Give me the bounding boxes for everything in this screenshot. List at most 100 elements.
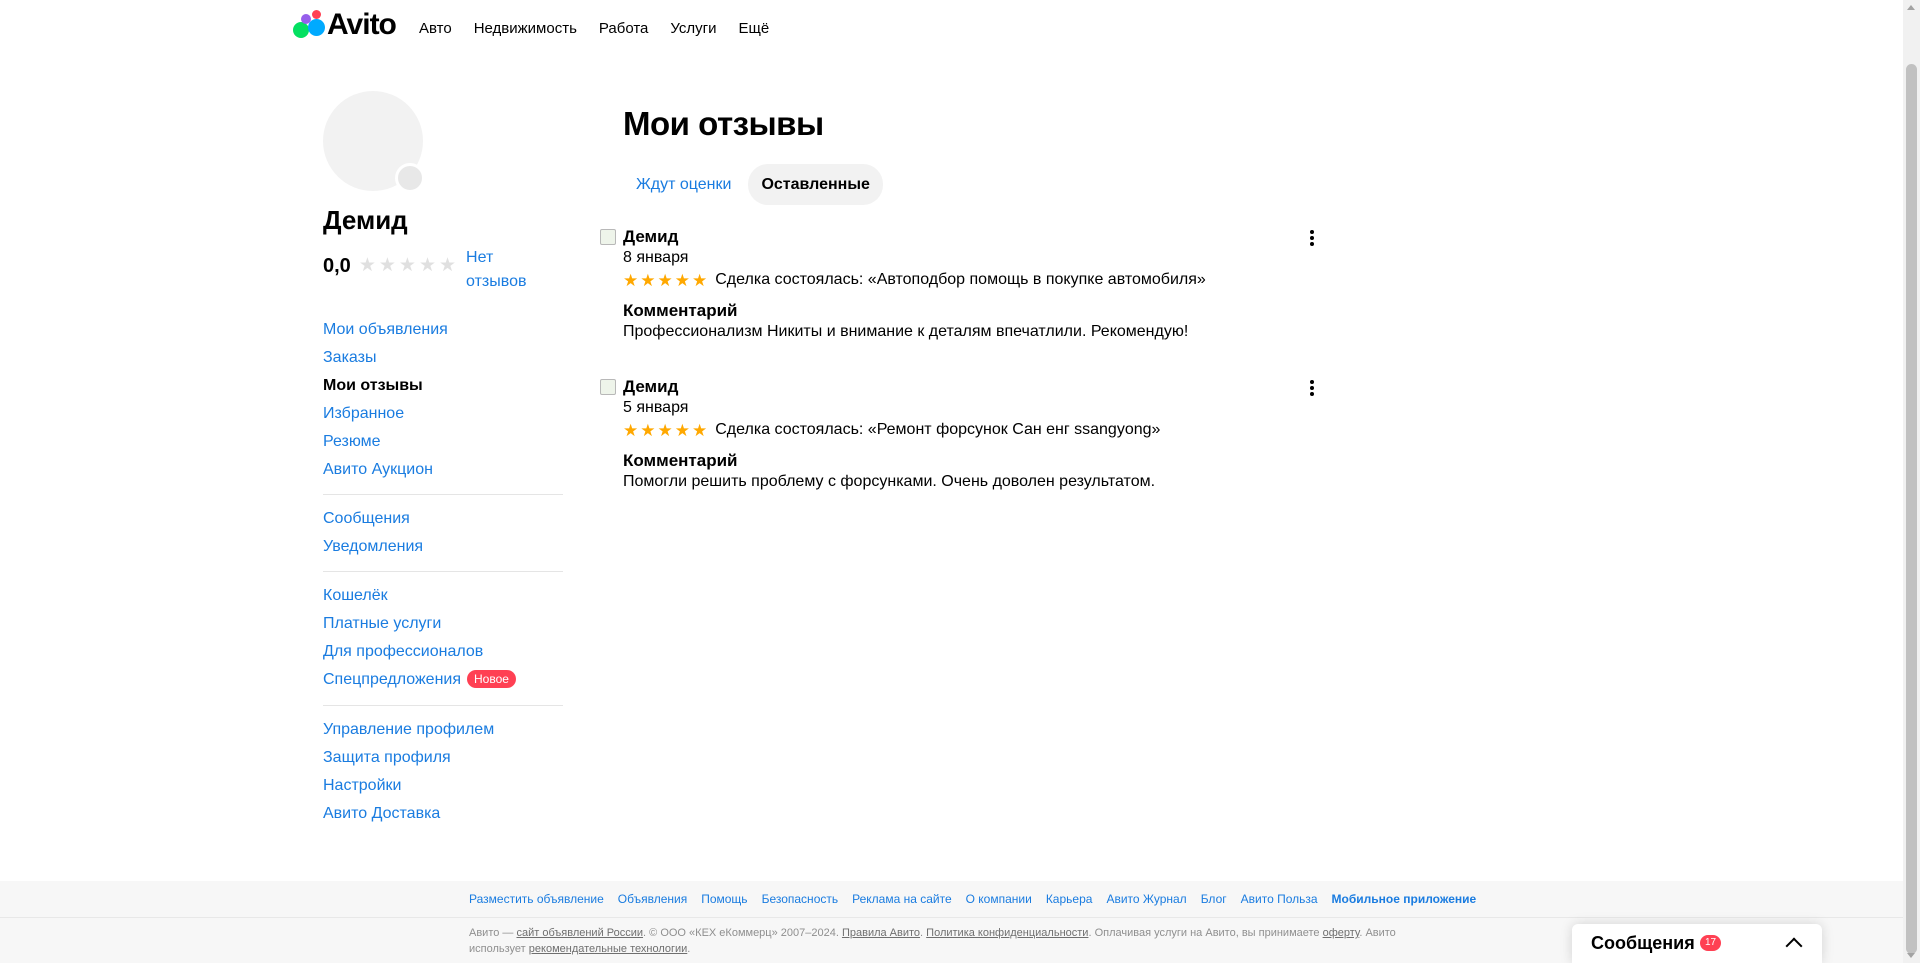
messenger-widget[interactable]: Сообщения 17: [1572, 924, 1822, 963]
star-filled-icon: ★: [640, 420, 656, 440]
star-empty-icon: ★: [418, 255, 436, 276]
nav-item-auto[interactable]: Авто: [419, 20, 452, 37]
avatar-status-badge: [395, 163, 425, 193]
star-filled-icon: ★: [674, 420, 690, 440]
top-nav: Авто Недвижимость Работа Услуги Ещё: [419, 20, 769, 37]
review-deal: Сделка состоялась: «Ремонт форсунок Сан …: [715, 421, 1161, 438]
star-filled-icon: ★: [657, 270, 673, 290]
tab-left-reviews[interactable]: Оставленные: [748, 164, 883, 205]
no-reviews-link[interactable]: Нет отзывов: [466, 246, 546, 294]
footer-link-journal[interactable]: Авито Журнал: [1106, 892, 1186, 906]
profile-name: Демид: [323, 205, 408, 235]
star-filled-icon: ★: [640, 270, 656, 290]
review-author: Демид: [623, 377, 679, 396]
nav-item-services[interactable]: Услуги: [670, 20, 716, 37]
review-rating-line: ★ ★ ★ ★ ★ Сделка состоялась: «Ремонт форсуно…: [623, 421, 1160, 439]
footer-link-ads[interactable]: Объявления: [618, 892, 687, 906]
star-empty-icon: ★: [358, 255, 376, 276]
footer-divider: [0, 917, 1903, 918]
footer-link-mobile-app[interactable]: Мобильное приложение: [1332, 892, 1477, 906]
sidebar-item-resume[interactable]: Резюме: [323, 428, 563, 456]
header: Avito Авто Недвижимость Работа Услуги Ещ…: [0, 0, 1903, 58]
sidebar-item-my-ads[interactable]: Мои объявления: [323, 316, 563, 344]
sidebar-item-paid-services[interactable]: Платные услуги: [323, 610, 563, 638]
review-comment: Профессионализм Никиты и внимание к дета…: [623, 323, 1189, 340]
comment-label: Комментарий: [623, 301, 738, 320]
rating-stars: ★ ★ ★ ★ ★: [359, 256, 456, 275]
author-avatar-image: [600, 229, 616, 245]
star-filled-icon: ★: [692, 420, 708, 440]
unread-count-badge: 17: [1700, 935, 1722, 951]
sidebar-item-profile-security[interactable]: Защита профиля: [323, 744, 563, 772]
logo-icon: [293, 10, 325, 40]
avito-logo[interactable]: Avito: [293, 8, 397, 41]
new-badge: Новое: [467, 670, 516, 688]
footer-link-rules[interactable]: Правила Авито: [842, 927, 920, 939]
tab-awaiting-rating[interactable]: Ждут оценки: [623, 164, 744, 205]
review-author: Демид: [623, 227, 679, 246]
scrollbar[interactable]: [1903, 0, 1920, 963]
sidebar-group-main: Мои объявления Заказы Мои отзывы Избранн…: [323, 316, 563, 484]
scroll-down-icon[interactable]: [1907, 953, 1915, 958]
sidebar-group-messages: Сообщения Уведомления: [323, 505, 563, 561]
footer-link-help[interactable]: Помощь: [701, 892, 747, 906]
footer-link-blog[interactable]: Блог: [1201, 892, 1227, 906]
sidebar-item-profile-management[interactable]: Управление профилем: [323, 716, 563, 744]
footer-link-benefit[interactable]: Авито Польза: [1241, 892, 1318, 906]
messenger-label: Сообщения: [1591, 933, 1695, 953]
footer-link-recommendations[interactable]: рекомендательные технологии: [529, 943, 688, 955]
footer-legal-text: Авито — сайт объявлений России. © ООО «К…: [469, 927, 1396, 955]
footer-link-offer[interactable]: оферту: [1323, 927, 1360, 939]
sidebar-item-auction[interactable]: Авито Аукцион: [323, 456, 563, 484]
sidebar-group-finance: Кошелёк Платные услуги Для профессионало…: [323, 582, 563, 694]
page-title: Мои отзывы: [623, 105, 824, 142]
rating-score: 0,0: [323, 255, 351, 277]
scrollbar-thumb[interactable]: [1906, 64, 1917, 954]
review-comment: Помогли решить проблему с форсунками. Оч…: [623, 473, 1156, 490]
chevron-up-icon[interactable]: [1785, 937, 1803, 955]
footer-link-career[interactable]: Карьера: [1046, 892, 1093, 906]
sidebar-item-my-reviews[interactable]: Мои отзывы: [323, 372, 563, 400]
scroll-up-icon[interactable]: [1907, 5, 1915, 10]
sidebar-item-favorites[interactable]: Избранное: [323, 400, 563, 428]
sidebar-item-notifications[interactable]: Уведомления: [323, 533, 563, 561]
sidebar-group-profile: Управление профилем Защита профиля Настр…: [323, 716, 563, 828]
footer-link-safety[interactable]: Безопасность: [762, 892, 839, 906]
author-avatar-image: [600, 379, 616, 395]
sidebar-divider: [323, 705, 563, 706]
footer-link-privacy[interactable]: Политика конфиденциальности: [926, 927, 1088, 939]
star-empty-icon: ★: [398, 255, 416, 276]
review-date: 8 января: [623, 249, 689, 266]
footer-link-advertising[interactable]: Реклама на сайте: [852, 892, 952, 906]
footer-links: Разместить объявление Объявления Помощь …: [469, 892, 1476, 906]
nav-item-more[interactable]: Ещё: [739, 20, 770, 37]
sidebar-item-wallet[interactable]: Кошелёк: [323, 582, 563, 610]
star-filled-icon: ★: [674, 270, 690, 290]
star-empty-icon: ★: [439, 255, 457, 276]
rating-row: 0,0 ★ ★ ★ ★ ★ Нет отзывов: [323, 246, 546, 294]
review-stars: ★ ★ ★ ★ ★: [623, 272, 707, 289]
footer-link-about[interactable]: О компании: [966, 892, 1032, 906]
review-rating-line: ★ ★ ★ ★ ★ Сделка состоялась: «Автоподбор пом…: [623, 271, 1206, 289]
sidebar-item-for-pros[interactable]: Для профессионалов: [323, 638, 563, 666]
more-options-icon[interactable]: [1306, 379, 1318, 397]
sidebar-item-delivery[interactable]: Авито Доставка: [323, 800, 563, 828]
sidebar-item-special-offers[interactable]: Спецпредложения Новое: [323, 666, 563, 694]
review-date: 5 января: [623, 399, 689, 416]
sidebar-item-orders[interactable]: Заказы: [323, 344, 563, 372]
sidebar-item-label: Спецпредложения: [323, 671, 461, 688]
sidebar-item-messages[interactable]: Сообщения: [323, 505, 563, 533]
comment-label: Комментарий: [623, 451, 738, 470]
nav-item-realty[interactable]: Недвижимость: [474, 20, 577, 37]
review-deal: Сделка состоялась: «Автоподбор помощь в …: [715, 271, 1206, 288]
sidebar-item-settings[interactable]: Настройки: [323, 772, 563, 800]
star-filled-icon: ★: [692, 270, 708, 290]
footer-link-post-ad[interactable]: Разместить объявление: [469, 892, 604, 906]
more-options-icon[interactable]: [1306, 229, 1318, 247]
star-empty-icon: ★: [378, 255, 396, 276]
review-stars: ★ ★ ★ ★ ★: [623, 422, 707, 439]
star-filled-icon: ★: [623, 270, 639, 290]
star-filled-icon: ★: [623, 420, 639, 440]
footer-link-classifieds[interactable]: сайт объявлений России: [516, 927, 643, 939]
nav-item-jobs[interactable]: Работа: [599, 20, 649, 37]
